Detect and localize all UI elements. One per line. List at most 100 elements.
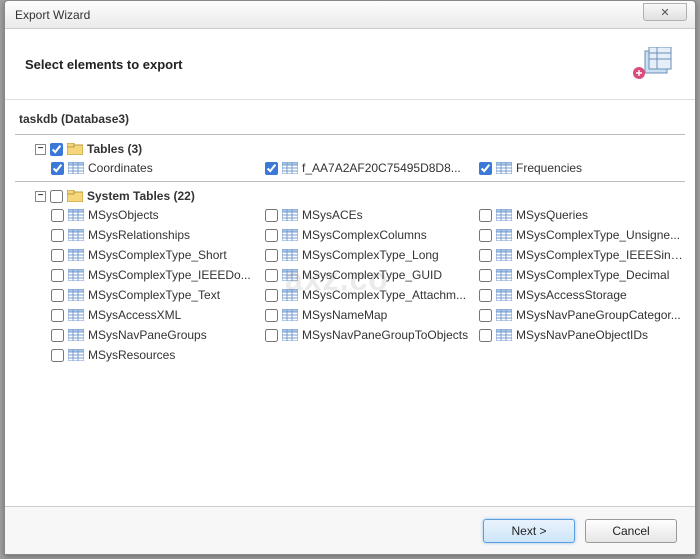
table-item[interactable]: MSysNavPaneGroupToObjects (265, 326, 471, 344)
table-icon (282, 268, 298, 282)
system-group-checkbox[interactable] (50, 190, 63, 203)
table-icon (282, 288, 298, 302)
folder-icon (67, 189, 83, 203)
table-icon (496, 288, 512, 302)
table-checkbox[interactable] (479, 162, 492, 175)
table-icon (282, 208, 298, 222)
table-item[interactable]: MSysACEs (265, 206, 471, 224)
table-checkbox[interactable] (51, 229, 64, 242)
tables-group-label: Tables (3) (87, 142, 142, 156)
table-item[interactable]: MSysAccessStorage (479, 286, 685, 304)
table-item[interactable]: MSysObjects (51, 206, 257, 224)
table-icon (282, 228, 298, 242)
table-icon (68, 248, 84, 262)
table-label: MSysComplexType_IEEEDo... (88, 268, 251, 282)
database-label: taskdb (Database3) (15, 106, 685, 132)
content-area: taskdb (Database3) − Tables (3) Coordina… (5, 100, 695, 506)
table-checkbox[interactable] (265, 269, 278, 282)
table-checkbox[interactable] (265, 249, 278, 262)
table-checkbox[interactable] (479, 309, 492, 322)
cancel-button[interactable]: Cancel (585, 519, 677, 543)
table-checkbox[interactable] (51, 269, 64, 282)
table-checkbox[interactable] (479, 329, 492, 342)
table-item[interactable]: MSysComplexType_Long (265, 246, 471, 264)
table-checkbox[interactable] (51, 289, 64, 302)
table-checkbox[interactable] (51, 162, 64, 175)
table-checkbox[interactable] (51, 209, 64, 222)
table-label: MSysNavPaneGroupToObjects (302, 328, 468, 342)
table-item[interactable]: MSysNameMap (265, 306, 471, 324)
tables-group-checkbox[interactable] (50, 143, 63, 156)
table-checkbox[interactable] (265, 229, 278, 242)
table-checkbox[interactable] (479, 289, 492, 302)
wizard-header: Select elements to export (5, 29, 695, 100)
table-item[interactable]: MSysResources (51, 346, 257, 364)
table-icon (68, 288, 84, 302)
table-label: MSysNavPaneGroups (88, 328, 207, 342)
table-icon (496, 248, 512, 262)
table-item[interactable]: MSysComplexType_Text (51, 286, 257, 304)
table-item[interactable]: MSysQueries (479, 206, 685, 224)
table-checkbox[interactable] (51, 309, 64, 322)
table-checkbox[interactable] (479, 229, 492, 242)
table-item[interactable]: Frequencies (479, 159, 685, 177)
tables-group-row[interactable]: − Tables (3) (33, 139, 685, 159)
table-item[interactable]: MSysComplexType_Short (51, 246, 257, 264)
table-checkbox[interactable] (479, 209, 492, 222)
table-label: MSysComplexType_GUID (302, 268, 442, 282)
table-item[interactable]: MSysNavPaneGroupCategor... (479, 306, 685, 324)
window-title: Export Wizard (15, 8, 90, 22)
export-wizard-dialog: Export Wizard ✕ Select elements to expor… (4, 0, 696, 555)
collapse-icon[interactable]: − (35, 191, 46, 202)
table-checkbox[interactable] (479, 249, 492, 262)
table-icon (496, 161, 512, 175)
system-tables-group-row[interactable]: − System Tables (22) (33, 186, 685, 206)
table-label: f_AA7A2AF20C75495D8D8... (302, 161, 461, 175)
table-label: MSysObjects (88, 208, 159, 222)
export-icon (633, 47, 675, 81)
table-item[interactable]: MSysComplexType_IEEEDo... (51, 266, 257, 284)
table-checkbox[interactable] (479, 269, 492, 282)
table-label: MSysComplexType_Decimal (516, 268, 669, 282)
table-item[interactable]: f_AA7A2AF20C75495D8D8... (265, 159, 471, 177)
collapse-icon[interactable]: − (35, 144, 46, 155)
next-button[interactable]: Next > (483, 519, 575, 543)
divider (15, 134, 685, 135)
titlebar: Export Wizard ✕ (5, 1, 695, 29)
table-checkbox[interactable] (265, 162, 278, 175)
table-item[interactable]: MSysNavPaneObjectIDs (479, 326, 685, 344)
page-title: Select elements to export (25, 57, 183, 72)
table-item[interactable]: MSysNavPaneGroups (51, 326, 257, 344)
table-item[interactable]: Coordinates (51, 159, 257, 177)
table-item[interactable]: MSysComplexType_IEEESingle (479, 246, 685, 264)
table-item[interactable]: MSysComplexColumns (265, 226, 471, 244)
table-item[interactable]: MSysComplexType_Unsigne... (479, 226, 685, 244)
table-icon (68, 268, 84, 282)
table-label: MSysQueries (516, 208, 588, 222)
table-item[interactable]: MSysRelationships (51, 226, 257, 244)
table-icon (68, 228, 84, 242)
table-label: MSysComplexType_Unsigne... (516, 228, 680, 242)
table-icon (68, 348, 84, 362)
table-label: MSysRelationships (88, 228, 190, 242)
table-checkbox[interactable] (51, 329, 64, 342)
table-checkbox[interactable] (265, 309, 278, 322)
table-checkbox[interactable] (51, 249, 64, 262)
table-icon (68, 161, 84, 175)
table-checkbox[interactable] (265, 289, 278, 302)
table-icon (282, 161, 298, 175)
table-item[interactable]: MSysComplexType_Decimal (479, 266, 685, 284)
table-item[interactable]: MSysComplexType_Attachm... (265, 286, 471, 304)
table-item[interactable]: MSysAccessXML (51, 306, 257, 324)
table-checkbox[interactable] (265, 209, 278, 222)
table-checkbox[interactable] (265, 329, 278, 342)
table-label: MSysNavPaneObjectIDs (516, 328, 648, 342)
folder-icon (67, 142, 83, 156)
close-button[interactable]: ✕ (643, 3, 687, 21)
footer: Next > Cancel (5, 506, 695, 554)
table-label: MSysComplexType_Attachm... (302, 288, 466, 302)
table-label: MSysComplexType_Long (302, 248, 439, 262)
table-icon (282, 308, 298, 322)
table-checkbox[interactable] (51, 349, 64, 362)
table-item[interactable]: MSysComplexType_GUID (265, 266, 471, 284)
